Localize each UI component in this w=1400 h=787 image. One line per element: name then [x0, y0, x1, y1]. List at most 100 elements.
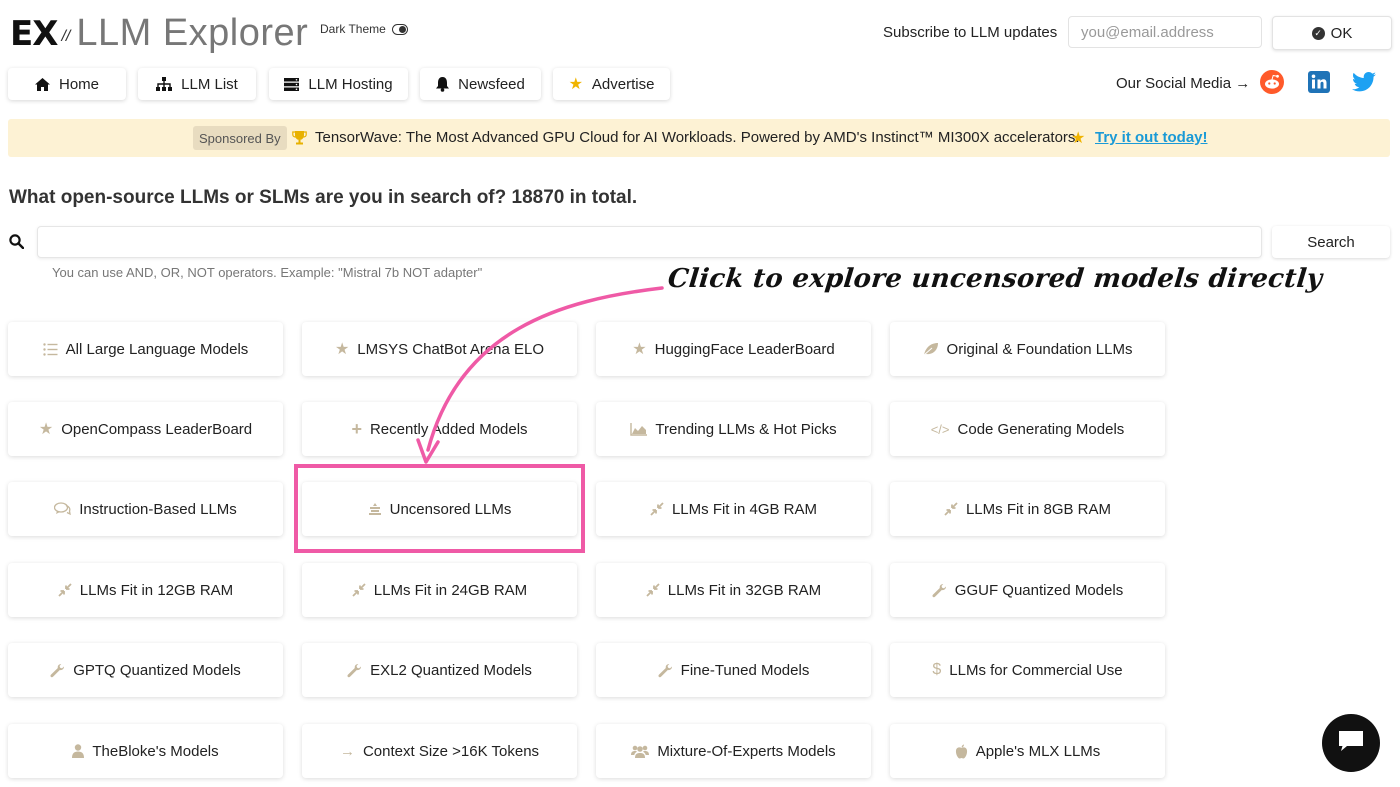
- nav-llm-list-label: LLM List: [181, 75, 238, 93]
- category-fine-tuned-models-button[interactable]: Fine-Tuned Models: [596, 643, 871, 697]
- dollar-icon: $: [932, 661, 942, 678]
- category-llms-fit-in-12gb-ram-button[interactable]: LLMs Fit in 12GB RAM: [8, 563, 283, 617]
- ok-label: OK: [1330, 24, 1353, 42]
- nav-newsfeed-button[interactable]: Newsfeed: [420, 68, 541, 100]
- list-icon: [42, 342, 58, 356]
- subscribe-ok-button[interactable]: ✓ OK: [1272, 16, 1392, 50]
- comments-icon: [54, 502, 72, 516]
- category-label: Mixture-Of-Experts Models: [657, 742, 836, 760]
- compress-icon: [944, 502, 958, 516]
- category-thebloke-s-models-button[interactable]: TheBloke's Models: [8, 724, 283, 778]
- star-icon: ★: [38, 421, 54, 438]
- nav-llm-hosting-label: LLM Hosting: [308, 75, 393, 93]
- wrench-icon: [347, 663, 362, 678]
- category-opencompass-leaderboard-button[interactable]: ★ OpenCompass LeaderBoard: [8, 402, 283, 456]
- category-label: LLMs Fit in 24GB RAM: [373, 581, 528, 599]
- compress-icon: [650, 502, 664, 516]
- bell-icon: [436, 76, 450, 92]
- category-label: OpenCompass LeaderBoard: [61, 420, 253, 438]
- reddit-icon[interactable]: [1260, 70, 1284, 94]
- star-icon: ★: [1071, 130, 1086, 147]
- subscribe-label: Subscribe to LLM updates: [883, 24, 1058, 41]
- category-label: LLMs Fit in 12GB RAM: [79, 581, 234, 599]
- trophy-icon: [292, 130, 307, 148]
- apple-icon: [955, 744, 968, 759]
- dark-theme-toggle[interactable]: Dark Theme: [320, 22, 408, 36]
- wrench-icon: [932, 583, 947, 598]
- chat-bubble-icon: [1337, 729, 1365, 758]
- search-button[interactable]: Search: [1272, 226, 1390, 258]
- nav-llm-hosting-button[interactable]: LLM Hosting: [269, 68, 408, 100]
- nav-llm-list-button[interactable]: LLM List: [138, 68, 256, 100]
- category-llms-fit-in-8gb-ram-button[interactable]: LLMs Fit in 8GB RAM: [890, 482, 1165, 536]
- category-mixture-of-experts-models-button[interactable]: Mixture-Of-Experts Models: [596, 724, 871, 778]
- category-exl2-quantized-models-button[interactable]: EXL2 Quantized Models: [302, 643, 577, 697]
- nav-home-button[interactable]: Home: [8, 68, 126, 100]
- category-label: LLMs Fit in 32GB RAM: [667, 581, 822, 599]
- category-label: All Large Language Models: [65, 340, 249, 358]
- category-label: Original & Foundation LLMs: [946, 340, 1133, 358]
- wrench-icon: [50, 663, 65, 678]
- wrench-icon: [658, 663, 673, 678]
- sitemap-icon: [156, 77, 173, 91]
- category-label: Fine-Tuned Models: [680, 661, 810, 679]
- sponsor-text: TensorWave: The Most Advanced GPU Cloud …: [315, 129, 1080, 146]
- compress-icon: [646, 583, 660, 597]
- linkedin-icon[interactable]: [1307, 70, 1331, 94]
- nav-home-label: Home: [58, 75, 99, 93]
- category-gguf-quantized-models-button[interactable]: GGUF Quantized Models: [890, 563, 1165, 617]
- email-input[interactable]: [1068, 16, 1262, 48]
- category-llms-fit-in-32gb-ram-button[interactable]: LLMs Fit in 32GB RAM: [596, 563, 871, 617]
- category-label: Instruction-Based LLMs: [79, 500, 237, 518]
- category-llms-for-commercial-use-button[interactable]: $ LLMs for Commercial Use: [890, 643, 1165, 697]
- logo-title: LLM Explorer: [76, 12, 309, 54]
- nav-advertise-label: Advertise: [591, 75, 655, 93]
- toggle-icon[interactable]: [391, 23, 408, 35]
- sponsor-link[interactable]: Try it out today!: [1095, 129, 1208, 146]
- star-icon: ★: [568, 76, 583, 93]
- category-code-generating-models-button[interactable]: </> Code Generating Models: [890, 402, 1165, 456]
- uncensored-highlight-box: [294, 464, 585, 553]
- annotation-arrow-icon: [416, 286, 664, 464]
- category-all-large-language-models-button[interactable]: All Large Language Models: [8, 322, 283, 376]
- search-icon: [9, 234, 25, 254]
- category-original-foundation-llms-button[interactable]: Original & Foundation LLMs: [890, 322, 1165, 376]
- compress-icon: [58, 583, 72, 597]
- user-icon: [72, 744, 85, 758]
- category-llms-fit-in-4gb-ram-button[interactable]: LLMs Fit in 4GB RAM: [596, 482, 871, 536]
- star-icon: ★: [334, 341, 350, 358]
- users-icon: [631, 745, 650, 758]
- category-gptq-quantized-models-button[interactable]: GPTQ Quantized Models: [8, 643, 283, 697]
- annotation-text: Click to explore uncensored models direc…: [666, 264, 1324, 294]
- nav-advertise-button[interactable]: ★ Advertise: [553, 68, 670, 100]
- leaf-icon: [923, 342, 939, 356]
- chat-button[interactable]: [1322, 714, 1380, 772]
- check-circle-icon: ✓: [1311, 26, 1325, 40]
- category-label: LLMs Fit in 4GB RAM: [671, 500, 818, 518]
- category-label: TheBloke's Models: [92, 742, 219, 760]
- search-input[interactable]: [37, 226, 1262, 258]
- logo-mark: EX: [10, 13, 58, 54]
- social-media-label: Our Social Media →: [1116, 75, 1251, 92]
- category-label: EXL2 Quantized Models: [370, 661, 532, 679]
- category-label: Code Generating Models: [957, 420, 1125, 438]
- category-label: LLMs for Commercial Use: [949, 661, 1123, 679]
- category-apple-s-mlx-llms-button[interactable]: Apple's MLX LLMs: [890, 724, 1165, 778]
- sponsored-by-tag: Sponsored By: [193, 126, 287, 150]
- category-label: LLMs Fit in 8GB RAM: [965, 500, 1112, 518]
- search-heading: What open-source LLMs or SLMs are you in…: [9, 187, 638, 208]
- logo-slash: //: [61, 27, 71, 45]
- compress-icon: [352, 583, 366, 597]
- twitter-icon[interactable]: [1352, 70, 1376, 94]
- category-instruction-based-llms-button[interactable]: Instruction-Based LLMs: [8, 482, 283, 536]
- category-llms-fit-in-24gb-ram-button[interactable]: LLMs Fit in 24GB RAM: [302, 563, 577, 617]
- category-context-size-16k-tokens-button[interactable]: → Context Size >16K Tokens: [302, 724, 577, 778]
- category-label: GGUF Quantized Models: [954, 581, 1124, 599]
- server-icon: [284, 77, 300, 91]
- home-icon: [34, 77, 50, 91]
- category-label: GPTQ Quantized Models: [73, 661, 241, 679]
- arrow-right-icon: →: [339, 742, 355, 760]
- category-label: Context Size >16K Tokens: [362, 742, 540, 760]
- site-logo[interactable]: EX // LLM Explorer: [10, 12, 308, 55]
- plus-icon: +: [351, 418, 362, 439]
